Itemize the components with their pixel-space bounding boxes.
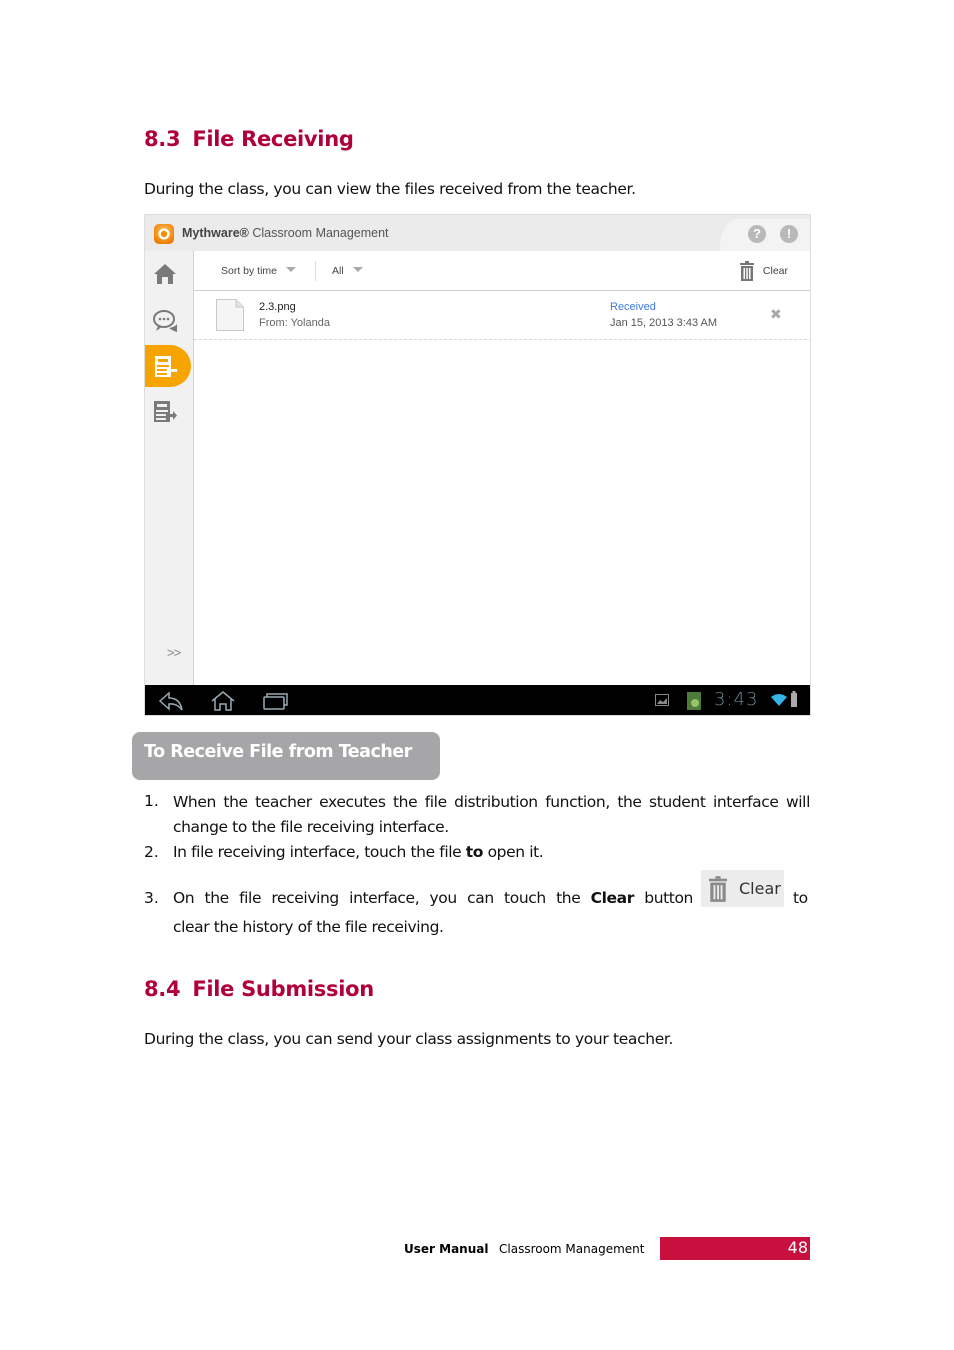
caret-down-icon [352, 267, 363, 272]
home-nav-icon[interactable] [209, 690, 237, 712]
step-3-trailing: to [793, 889, 808, 907]
exclamation-circle-icon[interactable]: ! [780, 225, 798, 243]
section-number: 8.4 [144, 977, 181, 1001]
step-3-text: On the file receiving interface, you can… [173, 889, 693, 907]
step-number: 2. [144, 843, 159, 861]
wifi-icon [771, 694, 787, 706]
clear-button[interactable]: Clear [739, 260, 788, 282]
file-row[interactable]: 2.3.png From: Yolanda Received Jan 15, 2… [194, 292, 810, 340]
file-receive-icon [155, 356, 177, 377]
footer-doc-type: User Manual [404, 1242, 489, 1256]
page-number: 48 [787, 1238, 808, 1257]
caret-down-icon [286, 267, 297, 272]
clear-button-illustration: Clear [701, 870, 784, 907]
file-date: Jan 15, 2013 3:43 AM [610, 317, 718, 329]
step-3-line2: clear the history of the file receiving. [173, 918, 444, 936]
section-heading-8-3: 8.3 File Receiving [144, 127, 354, 151]
back-icon[interactable] [157, 690, 185, 712]
clear-label: Clear [762, 265, 788, 277]
section-number: 8.3 [144, 127, 181, 151]
callout-box: To Receive File from Teacher [132, 732, 440, 780]
section-intro: During the class, you can view the files… [144, 180, 636, 198]
callout-label: To Receive File from Teacher [144, 742, 412, 762]
filter-dropdown[interactable]: All [332, 265, 363, 277]
system-nav-bar: 3:43 [145, 685, 810, 715]
app-screenshot: Mythware® Classroom Management ? ! >> So… [144, 214, 811, 716]
toolbar-divider [315, 261, 316, 281]
section-heading-8-4: 8.4 File Submission [144, 977, 374, 1001]
toolbar: Sort by time All Clear [194, 251, 810, 291]
home-icon[interactable] [152, 261, 178, 287]
android-notification-icon [687, 692, 701, 710]
step-number: 3. [144, 889, 159, 907]
recent-apps-icon[interactable] [261, 690, 289, 712]
step-number: 1. [144, 792, 159, 810]
section-title: File Receiving [192, 127, 354, 151]
title-bar: Mythware® Classroom Management ? ! [145, 215, 810, 251]
sort-label: Sort by time [221, 265, 278, 277]
app-product: Classroom Management [252, 226, 389, 240]
trash-icon [739, 261, 754, 281]
delete-icon[interactable]: ✖ [770, 306, 782, 323]
question-circle-icon[interactable]: ? [748, 225, 766, 243]
expand-sidebar-button[interactable]: >> [167, 645, 181, 660]
clock: 3:43 [714, 689, 759, 710]
step-1-content: When the teacher executes the file distr… [173, 793, 810, 836]
chat-bubbles-icon[interactable] [152, 308, 178, 334]
section-title: File Submission [192, 977, 374, 1001]
file-status: Received [610, 301, 656, 313]
step-1-text: When the teacher executes the file distr… [173, 790, 810, 840]
file-submit-icon[interactable] [152, 399, 178, 425]
file-name: 2.3.png [259, 301, 296, 313]
gallery-notification-icon [655, 694, 669, 706]
battery-icon [791, 691, 797, 707]
clear-label: Clear [739, 879, 781, 898]
filter-label: All [332, 265, 344, 277]
step-2-text: In file receiving interface, touch the f… [173, 843, 544, 861]
file-sender: From: Yolanda [259, 317, 330, 329]
file-icon [216, 299, 244, 331]
sidebar-item-file-receiving[interactable] [145, 345, 191, 387]
sort-dropdown[interactable]: Sort by time [221, 265, 297, 277]
section-intro: During the class, you can send your clas… [144, 1030, 674, 1048]
app-title: Mythware® Classroom Management [182, 226, 389, 240]
app-brand: Mythware® [182, 226, 249, 240]
sidebar: >> [145, 251, 194, 685]
footer-product: Classroom Management [499, 1242, 645, 1256]
trash-icon [709, 875, 727, 902]
mythware-logo-icon [154, 224, 174, 244]
page-number-box: 48 [660, 1237, 810, 1260]
